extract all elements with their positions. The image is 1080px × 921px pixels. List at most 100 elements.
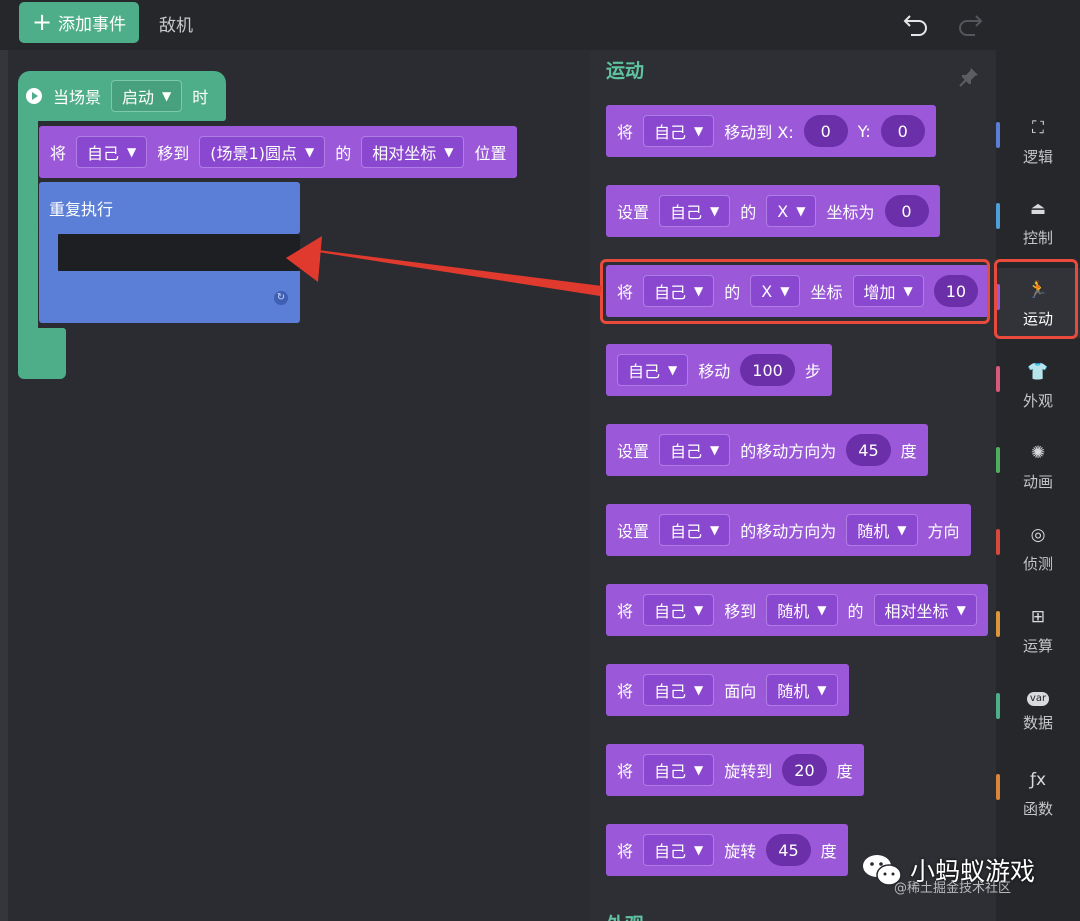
block-text: Y: — [857, 121, 871, 141]
block-text: 方向 — [927, 522, 960, 541]
dropdown-value: 自己 — [654, 602, 687, 621]
block-dropdown[interactable]: 自己 ▼ — [659, 514, 731, 546]
number-input[interactable]: 20 — [782, 754, 827, 786]
block-text: 将 — [617, 842, 634, 861]
category-1[interactable]: ⛶ 逻辑 — [996, 106, 1080, 176]
redo-icon[interactable] — [956, 9, 984, 37]
category-6[interactable]: ◎ 侦测 — [996, 513, 1080, 583]
event-stack-foot — [18, 328, 66, 379]
category-8[interactable]: var 数据 — [996, 677, 1080, 747]
number-input[interactable]: 45 — [766, 834, 811, 866]
palette-block-4[interactable]: 自己 ▼ 移动 100 步 — [606, 344, 832, 396]
block-text: 将 — [50, 144, 67, 163]
block-dropdown[interactable]: 随机 ▼ — [766, 674, 838, 706]
number-input[interactable]: 0 — [880, 115, 925, 147]
repeat-forever-block[interactable]: 重复执行 — [39, 182, 300, 234]
event-suffix: 时 — [192, 88, 209, 107]
category-label: 运算 — [1022, 636, 1053, 655]
block-dropdown[interactable]: 自己 ▼ — [659, 434, 731, 466]
category-sidebar: ⛶ 逻辑 ⏏ 控制 🏃 运动 👕 外观 ✺ 动画 ◎ 侦测 ⊞ 运算 var 数据 ƒx 函数 — [996, 50, 1080, 921]
block-dropdown[interactable]: 自己 ▼ — [643, 115, 715, 147]
dropdown-arrow-icon: ▼ — [956, 603, 966, 617]
category-color-bar — [996, 203, 1000, 229]
block-text: 将 — [617, 123, 634, 142]
block-text: 位置 — [474, 144, 507, 163]
scene-start-event-block[interactable]: 当场景 启动 ▼ 时 — [18, 71, 226, 121]
palette-block-2[interactable]: 设置 自己 ▼ 的 X ▼ 坐标为 0 — [606, 185, 940, 237]
category-label: 控制 — [1022, 228, 1053, 247]
destination-dropdown[interactable]: (场景1)圆点 ▼ — [199, 136, 326, 168]
category-color-bar — [996, 447, 1000, 473]
block-dropdown[interactable]: 自己 ▼ — [617, 354, 689, 386]
add-event-button[interactable]: + 添加事件 — [19, 2, 139, 43]
dropdown-arrow-icon: ▼ — [444, 145, 454, 159]
animation-icon: ✺ — [1030, 442, 1046, 463]
move-to-block[interactable]: 将 自己 ▼ 移到 (场景1)圆点 ▼ 的 相对坐标 ▼ 位置 — [39, 126, 518, 178]
number-input[interactable]: 0 — [884, 195, 929, 227]
dropdown-arrow-icon: ▼ — [710, 443, 720, 457]
block-text: 的 — [847, 602, 864, 621]
block-dropdown[interactable]: 自己 ▼ — [643, 594, 715, 626]
repeat-drop-slot[interactable] — [58, 234, 300, 271]
block-text: 面向 — [724, 682, 757, 701]
top-bar: + 添加事件 敌机 — [0, 0, 1080, 50]
number-input[interactable]: 45 — [846, 434, 891, 466]
dropdown-value: 自己 — [670, 442, 703, 461]
category-color-bar — [996, 774, 1000, 800]
palette-block-1[interactable]: 将 自己 ▼ 移动到 X: 0 Y: 0 — [606, 105, 936, 157]
block-text: 的移动方向为 — [740, 522, 837, 541]
event-prefix: 当场景 — [53, 88, 102, 107]
sprite-tab[interactable]: 敌机 — [159, 11, 193, 36]
dropdown-value: 随机 — [777, 602, 810, 621]
palette-block-6[interactable]: 设置 自己 ▼ 的移动方向为 随机 ▼ 方向 — [606, 504, 971, 556]
palette-title: 运动 — [606, 60, 645, 82]
block-text: 设置 — [617, 203, 650, 222]
number-input[interactable]: 100 — [740, 354, 795, 386]
category-label: 函数 — [1022, 799, 1053, 818]
block-dropdown[interactable]: 随机 ▼ — [846, 514, 918, 546]
event-dropdown-value: 启动 — [122, 88, 155, 107]
block-dropdown[interactable]: 自己 ▼ — [643, 754, 715, 786]
block-text: 的 — [740, 203, 757, 222]
category-color-bar — [996, 122, 1000, 148]
palette-block-5[interactable]: 设置 自己 ▼ 的移动方向为 45 度 — [606, 424, 928, 476]
dropdown-value: X — [777, 201, 789, 221]
dropdown-arrow-icon: ▼ — [817, 603, 827, 617]
category-4[interactable]: 👕 外观 — [996, 350, 1080, 420]
dropdown-value: 自己 — [654, 123, 687, 142]
number-input[interactable]: 0 — [803, 115, 848, 147]
coord-dropdown[interactable]: 相对坐标 ▼ — [361, 136, 465, 168]
repeat-block-bottom: ↻ — [39, 271, 300, 323]
highlight-box-category — [994, 259, 1078, 339]
function-icon: ƒx — [1029, 769, 1047, 790]
category-color-bar — [996, 366, 1000, 392]
category-9[interactable]: ƒx 函数 — [996, 758, 1080, 828]
block-text: 旋转到 — [724, 762, 773, 781]
block-dropdown[interactable]: X ▼ — [766, 195, 817, 227]
play-icon — [26, 88, 42, 104]
category-color-bar — [996, 693, 1000, 719]
palette-block-8[interactable]: 将 自己 ▼ 面向 随机 ▼ — [606, 664, 849, 716]
dropdown-arrow-icon: ▼ — [668, 363, 678, 377]
dropdown-arrow-icon: ▼ — [817, 683, 827, 697]
category-7[interactable]: ⊞ 运算 — [996, 595, 1080, 665]
undo-icon[interactable] — [902, 9, 930, 37]
block-dropdown[interactable]: 随机 ▼ — [766, 594, 838, 626]
dropdown-value: 相对坐标 — [372, 144, 437, 163]
dropdown-arrow-icon: ▼ — [897, 523, 907, 537]
add-event-label: 添加事件 — [58, 15, 127, 35]
category-5[interactable]: ✺ 动画 — [996, 431, 1080, 501]
block-palette[interactable]: 运动 将自己 ▼ 移动到 X: 0 Y: 0 设置 自己 ▼ 的 X ▼ 坐标为 0 将自己 ▼ 的 X ▼ 坐标 增加… — [590, 50, 996, 921]
block-dropdown[interactable]: 自己 ▼ — [643, 674, 715, 706]
palette-block-10[interactable]: 将 自己 ▼ 旋转 45 度 — [606, 824, 848, 876]
block-dropdown[interactable]: 自己 ▼ — [643, 834, 715, 866]
category-2[interactable]: ⏏ 控制 — [996, 187, 1080, 257]
event-dropdown[interactable]: 启动 ▼ — [111, 80, 183, 112]
block-dropdown[interactable]: 相对坐标 ▼ — [873, 594, 977, 626]
block-dropdown[interactable]: 自己 ▼ — [659, 195, 731, 227]
pin-icon[interactable] — [958, 66, 980, 88]
palette-block-7[interactable]: 将 自己 ▼ 移到 随机 ▼ 的 相对坐标 ▼ — [606, 584, 988, 636]
target-dropdown[interactable]: 自己 ▼ — [76, 136, 148, 168]
code-workspace[interactable] — [0, 50, 590, 921]
palette-block-9[interactable]: 将 自己 ▼ 旋转到 20 度 — [606, 744, 864, 796]
